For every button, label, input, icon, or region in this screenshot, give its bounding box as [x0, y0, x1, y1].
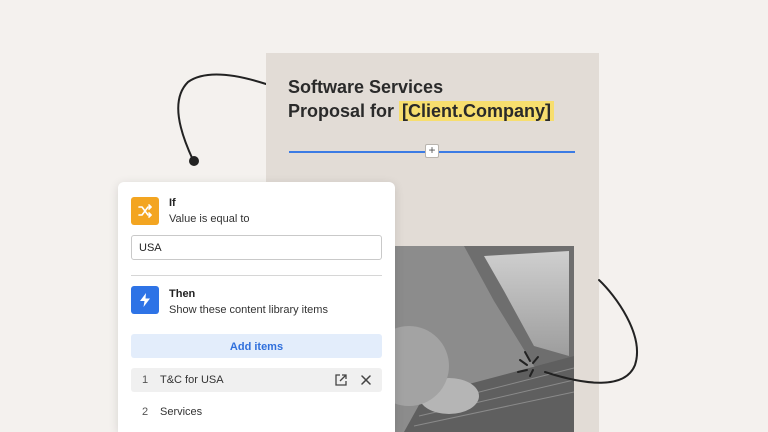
- laptop-photo: [384, 246, 574, 432]
- title-line-1: Software Services: [288, 77, 444, 97]
- conditional-rule-panel: If Value is equal to Then Show these con…: [118, 182, 395, 432]
- item-number: 1: [142, 374, 149, 386]
- add-items-button[interactable]: Add items: [131, 334, 382, 358]
- then-subtitle: Show these content library items: [169, 304, 328, 316]
- close-icon[interactable]: [359, 373, 373, 387]
- divider: [131, 275, 382, 276]
- document-title: Software Services Proposal for [Client.C…: [288, 75, 588, 123]
- item-label: T&C for USA: [160, 374, 224, 386]
- if-label: If: [169, 197, 176, 209]
- condition-value-input[interactable]: [131, 235, 382, 260]
- title-line-2-prefix: Proposal for: [288, 101, 400, 121]
- if-subtitle: Value is equal to: [169, 213, 250, 225]
- plus-icon[interactable]: +: [425, 144, 439, 158]
- item-label: Services: [160, 406, 203, 418]
- client-company-variable[interactable]: [Client.Company]: [399, 101, 555, 121]
- lightning-icon: [131, 286, 159, 314]
- content-item-row[interactable]: 1 T&C for USA: [131, 368, 382, 392]
- content-item-row[interactable]: 2 Services: [131, 400, 382, 424]
- external-link-icon[interactable]: [334, 373, 348, 387]
- then-label: Then: [169, 288, 196, 300]
- item-number: 2: [142, 406, 149, 418]
- shuffle-icon: [131, 197, 159, 225]
